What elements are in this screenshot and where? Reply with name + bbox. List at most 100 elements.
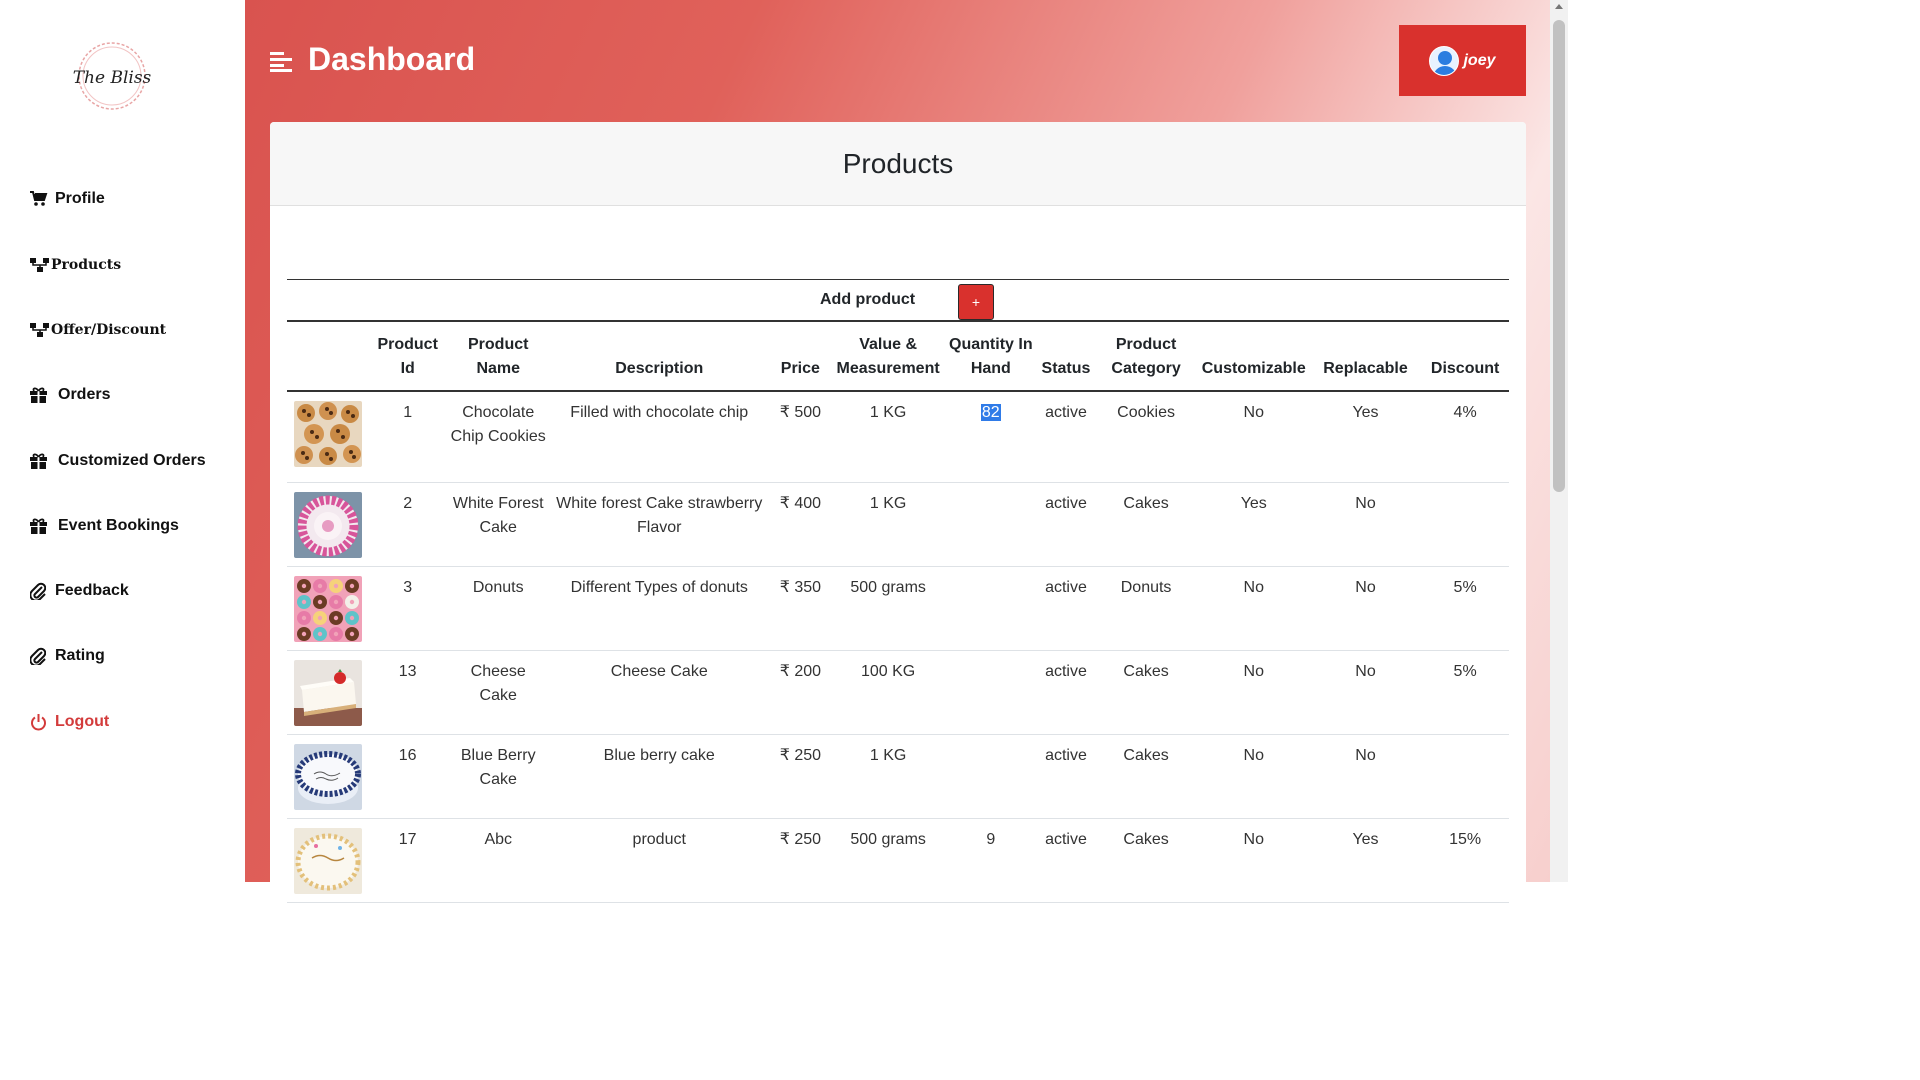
column-header-price: Price [768, 323, 833, 392]
table-row[interactable]: 2 White Forest Cake White forest Cake st… [287, 482, 1509, 567]
menu-icon[interactable] [270, 50, 292, 72]
user-menu-button[interactable]: joey [1399, 25, 1526, 96]
sidebar-item-rating[interactable]: Rating [30, 647, 105, 665]
product-customizable: No [1197, 566, 1310, 651]
product-discount: 4% [1421, 391, 1509, 483]
product-image-cell [287, 734, 369, 819]
product-discount [1421, 734, 1509, 819]
product-image-cookies[interactable] [294, 401, 362, 467]
product-discount: 5% [1421, 566, 1509, 651]
sidebar-item-logout[interactable]: Logout [30, 713, 109, 731]
product-name: Abc [446, 818, 550, 903]
sitemap-icon [30, 322, 50, 338]
product-price: ₹ 250 [768, 818, 833, 903]
product-discount: 15% [1421, 818, 1509, 903]
product-image-white-forest-cake[interactable] [294, 491, 362, 558]
product-description: Blue berry cake [549, 734, 769, 819]
product-price: ₹ 400 [768, 482, 833, 567]
logo-text: The Bliss [73, 68, 152, 88]
card-header: Products [270, 122, 1526, 206]
product-measurement: 500 grams [832, 818, 945, 903]
column-header-description: Description [549, 323, 769, 392]
product-id: 13 [368, 650, 447, 735]
sidebar-item-customized-orders[interactable]: Customized Orders [30, 452, 206, 470]
scrollbar-thumb[interactable] [1553, 20, 1565, 492]
brand-logo[interactable]: The Bliss [68, 38, 156, 116]
sidebar-item-label: Products [51, 257, 122, 273]
sidebar-item-event-bookings[interactable]: Event Bookings [30, 517, 179, 535]
add-product-button[interactable]: + [958, 284, 994, 320]
product-image-cheese-cake[interactable] [294, 659, 362, 726]
product-category: Donuts [1094, 566, 1198, 651]
table-row[interactable]: 17 Abc product ₹ 250 500 grams 9 active … [287, 818, 1509, 903]
add-product-label: Add product [820, 291, 916, 308]
product-image-cell [287, 650, 369, 735]
add-product-row: Add product + [287, 279, 1509, 322]
product-category: Cakes [1094, 734, 1198, 819]
product-replacable: No [1309, 566, 1422, 651]
product-quantity: 82 [944, 391, 1038, 483]
product-replacable: No [1309, 734, 1422, 819]
product-measurement: 100 KG [832, 650, 945, 735]
table-row[interactable]: 13 Cheese Cake Cheese Cake ₹ 200 100 KG … [287, 650, 1509, 735]
column-header-status: Status [1037, 323, 1095, 392]
product-replacable: No [1309, 650, 1422, 735]
product-price: ₹ 200 [768, 650, 833, 735]
sidebar-item-orders[interactable]: Orders [30, 386, 110, 404]
sidebar-item-label: Logout [55, 713, 110, 730]
product-category: Cookies [1094, 391, 1198, 483]
product-image-birthday-cake[interactable] [294, 827, 362, 894]
column-header-replacable: Replacable [1309, 323, 1422, 392]
product-image-cell [287, 566, 369, 651]
sidebar-item-label: Event Bookings [58, 517, 179, 534]
table-row[interactable]: 16 Blue Berry Cake Blue berry cake ₹ 250… [287, 734, 1509, 819]
product-status: active [1037, 391, 1095, 483]
product-status: active [1037, 818, 1095, 903]
gift-icon [30, 518, 55, 534]
product-quantity [944, 566, 1038, 651]
sidebar: The Bliss Profile Products Offer/Discoun… [0, 0, 245, 882]
product-name: White Forest Cake [446, 482, 550, 567]
sitemap-icon [30, 257, 50, 273]
product-image-donuts[interactable] [294, 575, 362, 642]
product-image-cell [287, 482, 369, 567]
product-image-cell [287, 391, 369, 483]
product-image-blueberry-cake[interactable] [294, 743, 362, 810]
sidebar-item-label: Feedback [55, 582, 129, 599]
paperclip-icon [30, 647, 52, 665]
sidebar-item-profile[interactable]: Profile [30, 190, 105, 208]
product-quantity [944, 734, 1038, 819]
products-table: Product Id Product Name Description Pric… [287, 323, 1509, 903]
page-scrollbar[interactable] [1550, 0, 1568, 882]
product-customizable: No [1197, 650, 1310, 735]
product-customizable: No [1197, 734, 1310, 819]
product-category: Cakes [1094, 650, 1198, 735]
column-header-quantity: Quantity In Hand [944, 323, 1038, 392]
sidebar-item-label: Profile [55, 190, 105, 207]
sidebar-item-offer-discount[interactable]: Offer/Discount [30, 322, 166, 338]
gift-icon [30, 453, 55, 469]
product-customizable: No [1197, 391, 1310, 483]
scroll-up-arrow-icon[interactable] [1555, 4, 1563, 9]
page-title: Dashboard [308, 41, 476, 77]
card-title: Products [842, 147, 954, 179]
product-price: ₹ 350 [768, 566, 833, 651]
avatar [1429, 45, 1460, 76]
sidebar-item-label: Orders [58, 386, 111, 403]
product-quantity: 9 [944, 818, 1038, 903]
product-image-cell [287, 818, 369, 903]
table-row[interactable]: 1 Chocolate Chip Cookies Filled with cho… [287, 391, 1509, 483]
product-category: Cakes [1094, 482, 1198, 567]
product-name: Chocolate Chip Cookies [446, 391, 550, 483]
product-quantity [944, 482, 1038, 567]
table-row[interactable]: 3 Donuts Different Types of donuts ₹ 350… [287, 566, 1509, 651]
product-id: 16 [368, 734, 447, 819]
product-id: 17 [368, 818, 447, 903]
sidebar-item-feedback[interactable]: Feedback [30, 582, 129, 600]
product-discount [1421, 482, 1509, 567]
product-category: Cakes [1094, 818, 1198, 903]
table-header-row: Product Id Product Name Description Pric… [287, 323, 1509, 392]
product-status: active [1037, 482, 1095, 567]
sidebar-item-products[interactable]: Products [30, 257, 121, 273]
sidebar-item-label: Offer/Discount [51, 322, 167, 338]
